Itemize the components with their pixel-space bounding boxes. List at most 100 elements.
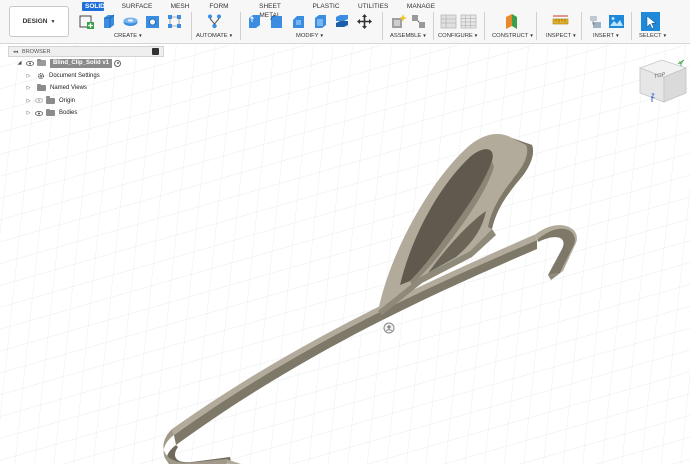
browser-header: ◂◂ BROWSER <box>8 46 164 57</box>
press-pull-icon[interactable] <box>246 13 263 30</box>
orbit-pivot-icon <box>383 322 395 334</box>
divider <box>382 12 383 40</box>
document-icon <box>37 58 46 67</box>
chevron-down-icon: ▼ <box>662 33 668 38</box>
tree-item-label: Bodies <box>59 110 78 117</box>
create-menu[interactable]: CREATE▼ <box>114 33 143 39</box>
chevron-down-icon: ▼ <box>422 33 427 38</box>
new-component-icon[interactable] <box>390 13 407 30</box>
tree-item-named-views[interactable]: ▷ Named Views <box>8 82 164 95</box>
folder-icon <box>46 108 55 117</box>
configure-icon[interactable] <box>440 13 457 30</box>
tab-manage[interactable]: MANAGE <box>406 2 436 11</box>
chevron-right-icon[interactable]: ▷ <box>25 73 32 79</box>
construct-label: CONSTRUCT <box>492 33 529 39</box>
collapse-icon[interactable]: ◂◂ <box>13 49 18 55</box>
insert-canvas-icon[interactable] <box>608 13 625 30</box>
chevron-down-icon: ▼ <box>615 33 620 38</box>
workspace-label: DESIGN <box>22 18 48 25</box>
assemble-label: ASSEMBLE <box>390 33 422 39</box>
modify-menu[interactable]: MODIFY▼ <box>296 33 324 39</box>
extrude-icon[interactable] <box>100 13 117 30</box>
pattern-icon[interactable] <box>166 13 183 30</box>
tree-item-document-settings[interactable]: ▷ Document Settings <box>8 70 164 83</box>
chamfer-icon[interactable] <box>290 13 307 30</box>
construct-plane-icon[interactable] <box>503 13 520 30</box>
inspect-label: INSPECT <box>546 33 572 39</box>
modify-label: MODIFY <box>296 33 319 39</box>
document-name[interactable]: Blind_Clip_Solid v1 <box>50 58 113 68</box>
configure-label: CONFIGURE <box>438 33 473 39</box>
move-copy-icon[interactable] <box>356 13 373 30</box>
axis-z-label: Z <box>651 94 655 100</box>
chevron-down-icon: ▼ <box>572 33 577 38</box>
tree-item-origin[interactable]: ▷ Origin <box>8 95 164 108</box>
select-icon[interactable] <box>641 12 660 31</box>
chevron-right-icon[interactable]: ▷ <box>25 98 32 104</box>
pin-icon[interactable] <box>152 48 159 55</box>
select-menu[interactable]: SELECT▼ <box>639 33 667 39</box>
construct-menu[interactable]: CONSTRUCT▼ <box>492 33 534 39</box>
chevron-down-icon: ▼ <box>473 33 479 38</box>
divider <box>631 12 632 40</box>
assemble-menu[interactable]: ASSEMBLE▼ <box>390 33 427 39</box>
insert-menu[interactable]: INSERT▼ <box>593 33 620 39</box>
hole-icon[interactable] <box>144 13 161 30</box>
shell-icon[interactable] <box>312 13 329 30</box>
create-sketch-icon[interactable] <box>78 13 95 30</box>
workspace-switcher[interactable]: DESIGN ▼ <box>9 6 69 37</box>
configure-menu[interactable]: CONFIGURE▼ <box>438 33 478 39</box>
tab-surface[interactable]: SURFACE <box>121 2 153 11</box>
visibility-eye-icon[interactable] <box>26 60 34 66</box>
tab-plastic[interactable]: PLASTIC <box>312 2 340 11</box>
chevron-down-icon: ▼ <box>529 33 534 38</box>
insert-derive-icon[interactable] <box>588 13 605 30</box>
activate-radio-icon[interactable] <box>114 59 122 67</box>
gear-icon <box>37 72 45 79</box>
chevron-down-icon[interactable]: ◢ <box>16 60 23 66</box>
tree-root[interactable]: ◢ Blind_Clip_Solid v1 <box>8 57 164 70</box>
automate-icon[interactable] <box>206 13 223 30</box>
measure-icon[interactable] <box>552 13 569 30</box>
divider <box>240 12 241 40</box>
tab-mesh[interactable]: MESH <box>170 2 190 11</box>
divider <box>433 12 434 40</box>
automate-menu[interactable]: AUTOMATE▼ <box>196 33 233 39</box>
tab-form[interactable]: FORM <box>209 2 229 11</box>
tab-solid[interactable]: SOLID <box>82 2 105 11</box>
chevron-down-icon: ▼ <box>228 33 234 38</box>
revolve-icon[interactable] <box>122 13 139 30</box>
automate-label: AUTOMATE <box>196 33 228 39</box>
chevron-down-icon: ▼ <box>319 33 325 38</box>
insert-label: INSERT <box>593 33 615 39</box>
chevron-down-icon: ▼ <box>50 18 56 25</box>
chevron-right-icon[interactable]: ▷ <box>25 85 32 91</box>
divider <box>484 12 485 40</box>
chevron-right-icon[interactable]: ▷ <box>25 110 32 116</box>
folder-icon <box>37 83 46 92</box>
divider <box>581 12 582 40</box>
divider <box>191 12 192 40</box>
browser-panel: ◂◂ BROWSER ◢ Blind_Clip_Solid v1 ▷ Docum… <box>8 46 164 120</box>
divider <box>536 12 537 40</box>
select-label: SELECT <box>639 33 662 39</box>
tab-sheet-metal[interactable]: SHEET METAL <box>248 2 292 19</box>
create-label: CREATE <box>114 33 138 39</box>
fillet-icon[interactable] <box>268 13 285 30</box>
visibility-eye-icon[interactable] <box>35 110 43 116</box>
chevron-down-icon: ▼ <box>138 33 143 38</box>
configuration-table-icon[interactable] <box>460 13 477 30</box>
axis-y-label: Y <box>679 62 684 68</box>
tree-item-bodies[interactable]: ▷ Bodies <box>8 107 164 120</box>
tree-item-label: Named Views <box>50 85 87 92</box>
toolbar: DESIGN ▼ SOLID SURFACE MESH FORM SHEET M… <box>0 0 690 44</box>
combine-icon[interactable] <box>334 13 351 30</box>
folder-icon <box>46 96 55 104</box>
joint-icon[interactable] <box>410 13 427 30</box>
tree-item-label: Document Settings <box>49 72 100 79</box>
tab-utilities[interactable]: UTILITIES <box>358 2 388 11</box>
visibility-eye-hidden-icon[interactable] <box>35 98 43 104</box>
tree-item-label: Origin <box>59 97 76 104</box>
browser-title: BROWSER <box>22 48 51 55</box>
inspect-menu[interactable]: INSPECT▼ <box>546 33 577 39</box>
